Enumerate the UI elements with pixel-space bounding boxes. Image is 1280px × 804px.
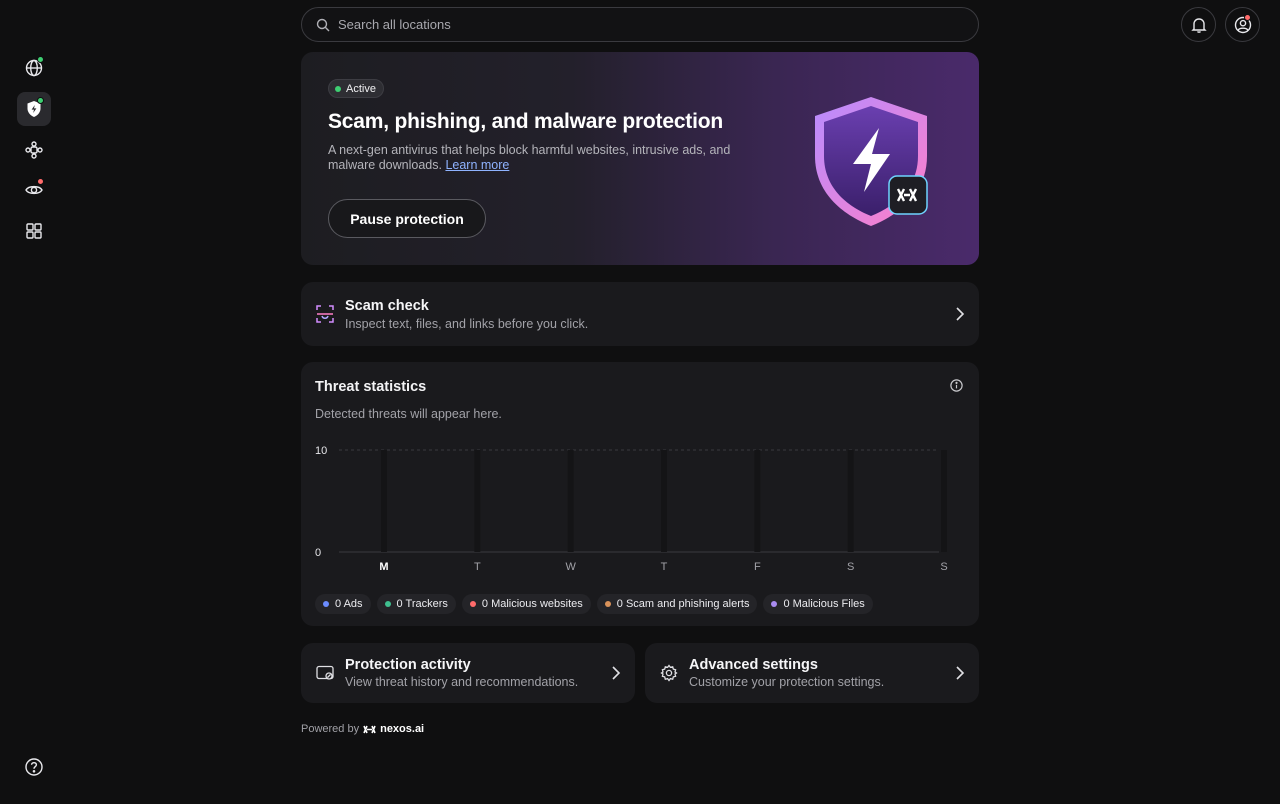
legend-item: 0 Malicious websites bbox=[461, 594, 591, 614]
status-dot bbox=[335, 85, 341, 92]
threat-chart: 0 10 M T W T F S S bbox=[315, 445, 948, 573]
legend-label: 0 Trackers bbox=[396, 598, 448, 610]
scam-check-card[interactable]: Scam check Inspect text, files, and link… bbox=[301, 282, 979, 346]
bar-track bbox=[474, 450, 481, 552]
legend-item: 0 Trackers bbox=[376, 594, 456, 614]
legend-label: 0 Ads bbox=[335, 598, 363, 610]
protection-hero: Active Scam, phishing, and malware prote… bbox=[301, 52, 979, 265]
legend-label: 0 Scam and phishing alerts bbox=[616, 598, 750, 610]
bar-track bbox=[567, 450, 574, 552]
legend-dot bbox=[384, 601, 391, 607]
threat-statistics-card: Threat statistics Detected threats will … bbox=[301, 362, 979, 626]
bar-track bbox=[941, 450, 947, 552]
search-bar[interactable] bbox=[301, 7, 979, 42]
scam-check-subtitle: Inspect text, files, and links before yo… bbox=[345, 316, 589, 331]
x-tick-label: F bbox=[754, 561, 761, 573]
x-tick-label: S bbox=[940, 561, 947, 573]
page-title: Scam, phishing, and malware protection bbox=[328, 110, 723, 133]
x-tick-label: T bbox=[474, 561, 481, 573]
x-tick-label: W bbox=[565, 561, 576, 573]
advanced-settings-card[interactable]: Advanced settings Customize your protect… bbox=[645, 643, 979, 703]
alert-dot bbox=[37, 178, 44, 185]
bar-track bbox=[661, 450, 667, 552]
nexos-logo-icon bbox=[363, 725, 376, 733]
search-icon bbox=[316, 18, 330, 31]
x-tick-label: T bbox=[661, 561, 668, 573]
activity-icon bbox=[316, 665, 334, 680]
x-tick-label: M bbox=[379, 561, 388, 573]
scan-icon bbox=[316, 305, 334, 323]
search-input[interactable] bbox=[338, 17, 978, 32]
advanced-settings-subtitle: Customize your protection settings. bbox=[689, 675, 885, 689]
legend-label: 0 Malicious Files bbox=[783, 598, 865, 610]
y-tick-label: 0 bbox=[315, 547, 321, 559]
chevron-right-icon bbox=[956, 666, 965, 680]
shield-illustration bbox=[815, 97, 928, 226]
bell-icon bbox=[1190, 17, 1207, 33]
hero-description: A next-gen antivirus that helps block ha… bbox=[328, 143, 758, 173]
legend-item: 0 Ads bbox=[315, 594, 371, 614]
status-dot bbox=[37, 97, 44, 104]
account-button[interactable] bbox=[1225, 7, 1260, 42]
protection-activity-card[interactable]: Protection activity View threat history … bbox=[301, 643, 635, 703]
protection-activity-subtitle: View threat history and recommendations. bbox=[345, 675, 579, 689]
alert-dot bbox=[1244, 14, 1251, 21]
status-badge: Active bbox=[328, 79, 384, 98]
status-dot bbox=[37, 56, 44, 63]
sidebar-item-protection[interactable] bbox=[17, 92, 51, 126]
help-button[interactable] bbox=[17, 750, 51, 784]
help-icon bbox=[25, 758, 43, 776]
bar-track bbox=[381, 450, 387, 552]
advanced-settings-title: Advanced settings bbox=[689, 657, 818, 673]
brand-name: nexos.ai bbox=[380, 723, 425, 735]
pause-protection-button[interactable]: Pause protection bbox=[328, 199, 486, 238]
chevron-right-icon bbox=[612, 666, 621, 680]
chart-legend: 0 Ads 0 Trackers 0 Malicious websites 0 Sca… bbox=[315, 594, 873, 614]
legend-dot bbox=[604, 601, 611, 607]
mesh-icon bbox=[25, 141, 43, 159]
sidebar-item-mesh[interactable] bbox=[17, 133, 51, 167]
scam-check-title: Scam check bbox=[345, 297, 429, 314]
chevron-right-icon bbox=[956, 307, 965, 321]
bar-track bbox=[847, 450, 854, 552]
sidebar bbox=[0, 0, 68, 804]
apps-grid-icon bbox=[26, 223, 42, 239]
sidebar-item-monitor[interactable] bbox=[17, 173, 51, 207]
y-tick-label: 10 bbox=[315, 445, 327, 457]
x-tick-label: S bbox=[847, 561, 854, 573]
sidebar-item-browsing[interactable] bbox=[17, 51, 51, 85]
bar-track bbox=[754, 450, 761, 552]
gear-icon bbox=[660, 664, 678, 682]
hero-description-text: A next-gen antivirus that helps block ha… bbox=[328, 143, 731, 172]
legend-item: 0 Scam and phishing alerts bbox=[596, 594, 758, 614]
legend-dot bbox=[323, 601, 329, 607]
legend-item: 0 Malicious Files bbox=[763, 594, 873, 614]
status-label: Active bbox=[346, 82, 376, 95]
sidebar-item-apps[interactable] bbox=[17, 214, 51, 248]
legend-label: 0 Malicious websites bbox=[481, 598, 583, 610]
legend-dot bbox=[469, 601, 476, 607]
legend-dot bbox=[771, 601, 778, 607]
powered-by-label: Powered by bbox=[301, 723, 360, 735]
notifications-button[interactable] bbox=[1181, 7, 1216, 42]
learn-more-link[interactable]: Learn more bbox=[445, 158, 509, 172]
powered-by: Powered by nexos.ai bbox=[301, 723, 424, 735]
protection-activity-title: Protection activity bbox=[345, 657, 471, 673]
